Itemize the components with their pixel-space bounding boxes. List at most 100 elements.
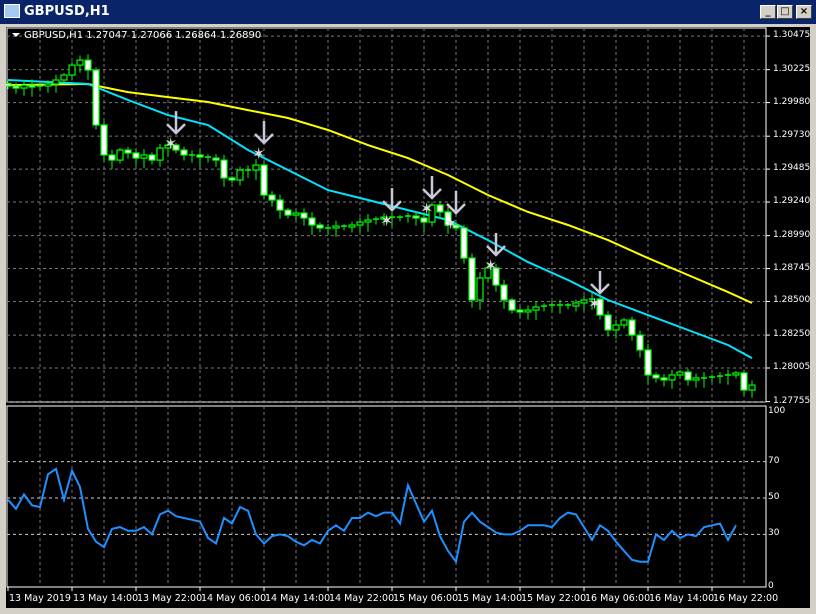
- bear-candle: [628, 319, 636, 336]
- bull-candle: [348, 224, 356, 228]
- time-axis-label: 14 May 06:00: [201, 593, 267, 604]
- bull-candle: [732, 372, 740, 376]
- bear-candle: [684, 371, 692, 381]
- bear-candle: [636, 334, 644, 351]
- bull-candle: [524, 309, 532, 313]
- minimize-button[interactable]: _: [760, 5, 776, 19]
- signal-star-icon: ✶: [484, 256, 497, 275]
- bull-candle: [356, 221, 364, 226]
- bear-candle: [652, 374, 660, 379]
- bear-candle: [92, 69, 100, 126]
- bull-candle: [476, 277, 484, 301]
- oscillator-axis-label: 50: [768, 492, 780, 502]
- bear-candle: [228, 177, 236, 181]
- bull-candle: [620, 319, 628, 326]
- bull-candle: [52, 79, 60, 85]
- oscillator-axis-label: 0: [768, 581, 774, 591]
- oscillator-axis-label: 70: [768, 455, 780, 466]
- bull-candle: [668, 374, 676, 381]
- dropdown-triangle-icon[interactable]: [12, 33, 20, 37]
- signal-star-icon: ✶: [164, 134, 177, 153]
- slow-moving-average-line: [7, 82, 753, 304]
- bear-candle: [516, 309, 524, 313]
- price-axis-label: 1.30225: [773, 63, 811, 74]
- bear-candle: [132, 152, 140, 159]
- time-axis-label: 16 May 22:00: [713, 593, 779, 604]
- bull-candle: [76, 59, 84, 66]
- signal-star-icon: ✶: [444, 214, 457, 233]
- bear-candle: [660, 377, 668, 381]
- time-axis-label: 14 May 14:00: [265, 593, 331, 604]
- bull-candle: [364, 219, 372, 223]
- sell-arrow-icon: [590, 271, 610, 295]
- close-button[interactable]: ×: [796, 5, 812, 19]
- bear-candle: [148, 154, 156, 161]
- signal-star-icon: ✶: [588, 294, 601, 313]
- time-axis-label: 14 May 22:00: [329, 593, 395, 604]
- bull-candle: [332, 225, 340, 229]
- price-axis-label: 1.29730: [773, 130, 811, 141]
- bear-candle: [108, 154, 116, 161]
- signal-star-icon: ✶: [420, 199, 433, 218]
- price-axis-label: 1.28500: [773, 295, 811, 306]
- bull-candle: [156, 147, 164, 161]
- maximize-button[interactable]: □: [777, 5, 793, 19]
- bear-candle: [6, 82, 12, 87]
- price-chart[interactable]: ✶ ✶ ✶ ✶ ✶ ✶ ✶ GBPUSD,H1 1.27047 1.27066 1.2686…: [6, 27, 810, 608]
- sell-arrow-icon: [254, 121, 274, 145]
- price-axis-label: 1.29485: [773, 163, 811, 174]
- time-axis-label: 15 May 14:00: [457, 593, 523, 604]
- bull-candle: [612, 324, 620, 331]
- bear-candle: [100, 124, 108, 156]
- sell-arrow-icon: [486, 232, 506, 257]
- symbol-info: GBPUSD,H1 1.27047 1.27066 1.26864 1.2689…: [12, 30, 261, 41]
- bear-candle: [212, 157, 220, 161]
- bull-candle: [572, 302, 580, 307]
- price-axis-label: 1.27755: [773, 395, 811, 406]
- price-axis-label: 1.28990: [773, 229, 811, 240]
- bull-candle: [252, 164, 260, 171]
- bull-candle: [44, 83, 52, 87]
- bull-candle: [236, 169, 244, 181]
- signal-star-icon: ✶: [252, 144, 265, 163]
- oscillator-frame: [6, 405, 767, 588]
- bear-candle: [220, 159, 228, 179]
- signal-star-icon: ✶: [380, 211, 393, 230]
- bull-candle: [292, 212, 300, 216]
- bear-candle: [644, 349, 652, 376]
- time-axis-label: 16 May 06:00: [585, 593, 651, 604]
- bear-candle: [604, 314, 612, 331]
- bull-candle: [20, 84, 28, 89]
- price-axis-label: 1.29240: [773, 196, 811, 207]
- bear-candle: [508, 299, 516, 311]
- oscillator-axis-label: 100: [768, 406, 786, 416]
- bear-candle: [316, 224, 324, 229]
- bear-candle: [276, 199, 284, 211]
- sell-arrow-icon: [166, 111, 186, 135]
- bull-candle: [68, 64, 76, 76]
- sell-arrow-icon: [422, 176, 442, 200]
- bear-candle: [28, 84, 36, 88]
- bear-candle: [260, 164, 268, 196]
- bear-candle: [12, 85, 20, 89]
- bear-candle: [500, 284, 508, 301]
- price-axis-label: 1.29980: [773, 96, 811, 107]
- bear-candle: [124, 149, 132, 154]
- bull-candle: [580, 299, 588, 304]
- bear-candle: [740, 372, 748, 391]
- time-axis-label: 16 May 14:00: [649, 593, 715, 604]
- bear-candle: [180, 149, 188, 156]
- bull-candle: [676, 371, 684, 376]
- time-axis-label: 15 May 22:00: [521, 593, 587, 604]
- chart-canvas[interactable]: ✶ ✶ ✶ ✶ ✶ ✶ ✶: [6, 27, 810, 608]
- time-axis-label: 15 May 06:00: [393, 593, 459, 604]
- bull-candle: [116, 149, 124, 161]
- bear-candle: [436, 204, 444, 213]
- bear-candle: [420, 217, 428, 223]
- bull-candle: [60, 74, 68, 81]
- window-title: GBPUSD,H1: [24, 4, 110, 19]
- bull-candle: [140, 154, 148, 159]
- bull-candle: [532, 306, 540, 311]
- bear-candle: [468, 257, 476, 301]
- bear-candle: [300, 212, 308, 219]
